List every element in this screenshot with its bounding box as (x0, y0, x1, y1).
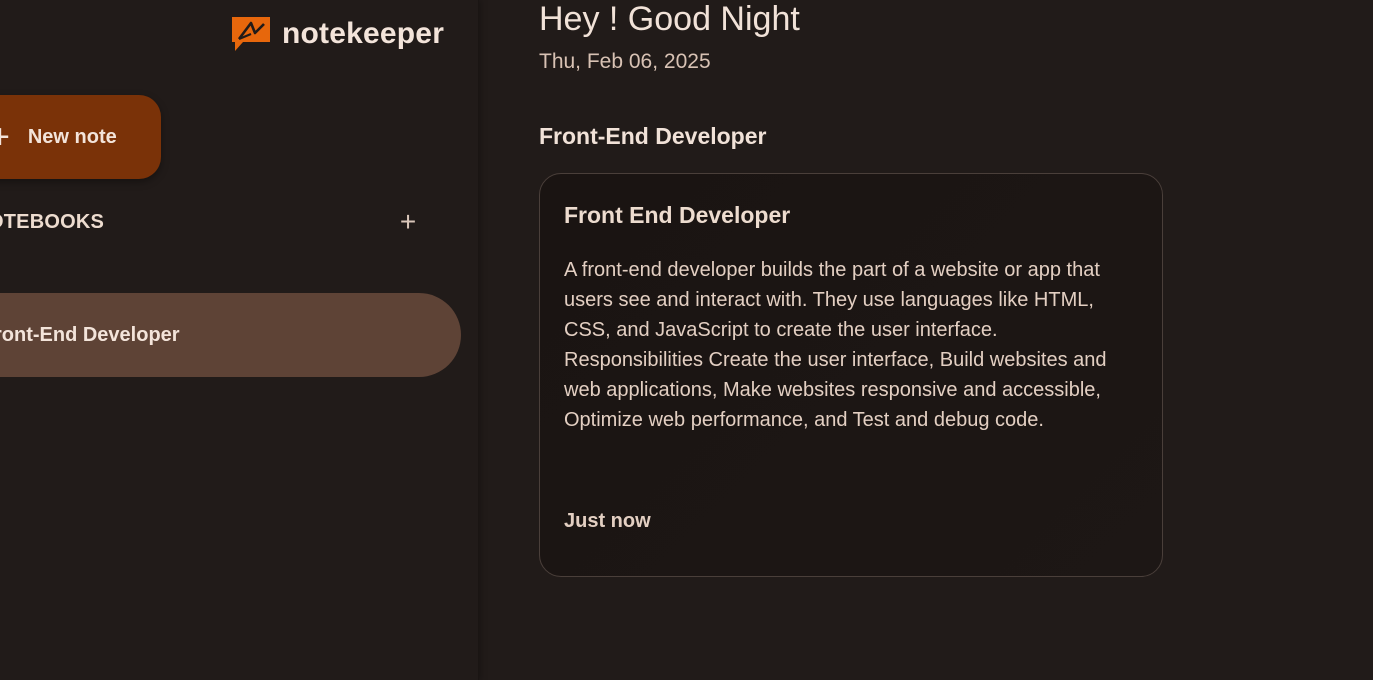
sidebar-item-front-end-developer[interactable]: ront-End Developer (0, 293, 461, 377)
sidebar-item-label: ront-End Developer (0, 323, 180, 346)
app-logo[interactable]: notekeeper (229, 14, 444, 54)
note-card[interactable]: Front End Developer A front-end develope… (539, 173, 1163, 577)
add-notebook-button[interactable]: + (392, 206, 424, 238)
greeting: Hey ! Good Night (539, 0, 800, 38)
app-name: notekeeper (282, 17, 445, 50)
main-content: Hey ! Good Night Thu, Feb 06, 2025 Front… (480, 0, 1373, 680)
note-timestamp: Just now (564, 510, 651, 532)
sidebar: notekeeper + New note OTEBOOKS + ront-En… (0, 0, 479, 680)
new-note-label: New note (27, 125, 117, 148)
notebook-title: Front-End Developer (539, 123, 767, 149)
plus-icon: + (0, 120, 10, 154)
notebooks-header: OTEBOOKS + (0, 206, 424, 238)
note-title: Front End Developer (564, 202, 791, 228)
notebooks-title: OTEBOOKS (0, 210, 105, 233)
note-text: A front-end developer builds the part of… (564, 259, 1107, 431)
plus-icon: + (399, 206, 417, 237)
app-root: notekeeper + New note OTEBOOKS + ront-En… (0, 0, 1373, 680)
current-date: Thu, Feb 06, 2025 (539, 50, 711, 73)
note-bubble-icon (232, 17, 270, 51)
new-note-button[interactable]: + New note (0, 95, 161, 179)
